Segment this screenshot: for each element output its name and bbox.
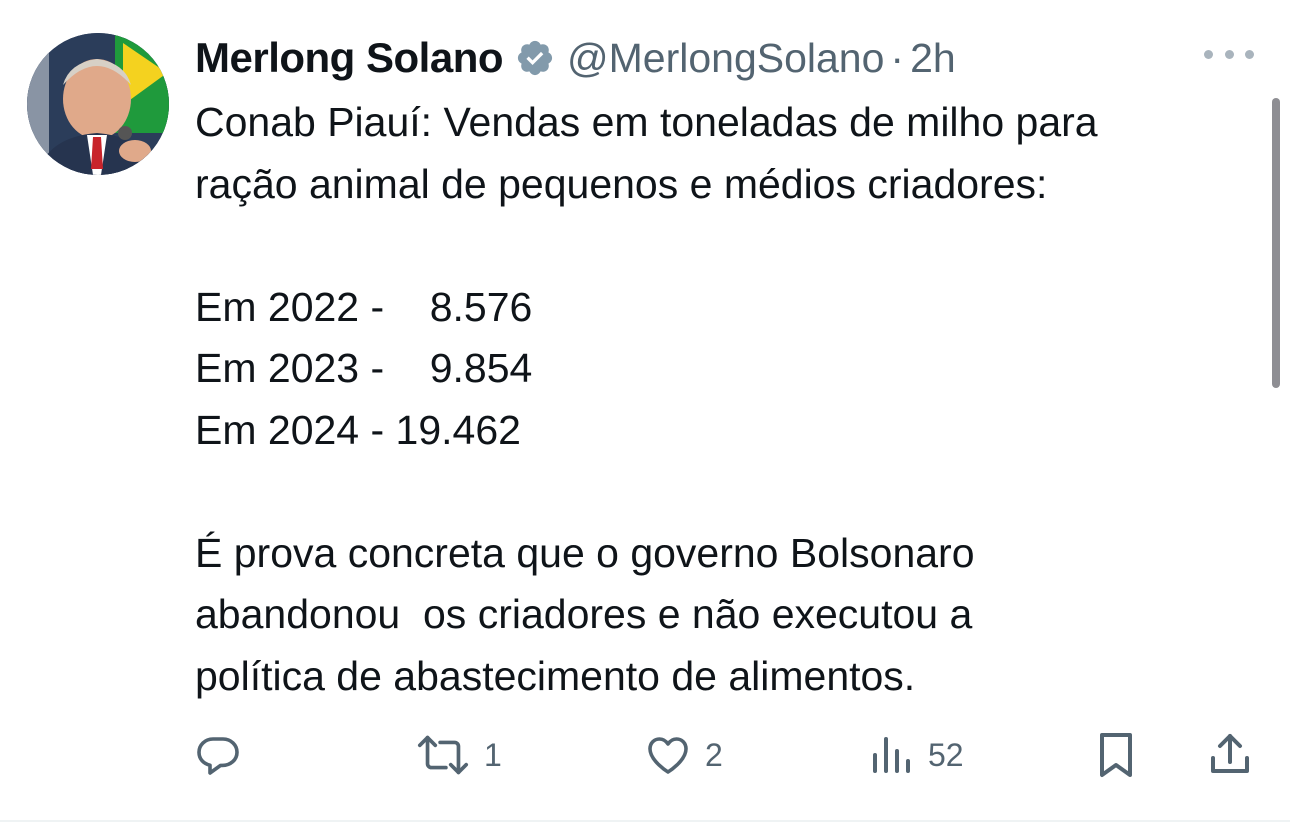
scrollbar[interactable] bbox=[1272, 98, 1280, 388]
tweet-text-line: abandonou os criadores e não executou a bbox=[195, 591, 973, 637]
tweet-text-line: Em 2023 - 9.854 bbox=[195, 345, 533, 391]
retweet-count: 1 bbox=[484, 736, 502, 773]
tweet-text-line bbox=[195, 215, 1255, 277]
tweet-text-line: Em 2022 - 8.576 bbox=[195, 283, 533, 330]
like-count: 2 bbox=[705, 736, 723, 773]
more-options-icon[interactable] bbox=[1204, 36, 1254, 72]
tweet-time[interactable]: 2h bbox=[910, 35, 956, 82]
tweet-actions: 1 2 52 bbox=[0, 725, 1290, 785]
tweet-text-line: Em 2024 - 19.462 bbox=[195, 406, 521, 453]
bookmark-icon bbox=[1100, 733, 1132, 777]
tweet-text: Conab Piauí: Vendas em toneladas de milh… bbox=[195, 92, 1255, 707]
reply-button[interactable] bbox=[194, 725, 242, 785]
retweet-button[interactable]: 1 bbox=[414, 725, 502, 785]
avatar-photo bbox=[27, 33, 169, 175]
tweet-header: Merlong Solano @MerlongSolano · 2h bbox=[195, 30, 1200, 86]
tweet-text-line: política de abastecimento de alimentos. bbox=[195, 652, 916, 699]
avatar[interactable] bbox=[27, 33, 169, 175]
separator-dot: · bbox=[890, 34, 905, 81]
like-button[interactable]: 2 bbox=[643, 725, 723, 785]
views-count: 52 bbox=[928, 736, 964, 773]
author-handle[interactable]: @MerlongSolano bbox=[567, 35, 884, 82]
views-icon bbox=[873, 737, 910, 773]
tweet-text-line: ração animal de pequenos e médios criado… bbox=[195, 160, 1048, 207]
author-name[interactable]: Merlong Solano bbox=[195, 34, 504, 82]
heart-icon bbox=[648, 737, 688, 774]
tweet-text-line: Conab Piauí: Vendas em toneladas de milh… bbox=[195, 99, 1098, 145]
share-icon bbox=[1211, 734, 1249, 773]
retweet-icon bbox=[417, 735, 469, 775]
tweet-text-line: É prova concreta que o governo Bolsonaro bbox=[195, 529, 975, 576]
reply-icon bbox=[197, 737, 239, 775]
tweet-text-line bbox=[195, 461, 1255, 523]
verified-badge-icon[interactable] bbox=[515, 38, 555, 78]
share-button[interactable] bbox=[1206, 725, 1254, 785]
views-button[interactable]: 52 bbox=[868, 725, 964, 785]
bookmark-button[interactable] bbox=[1094, 725, 1138, 785]
